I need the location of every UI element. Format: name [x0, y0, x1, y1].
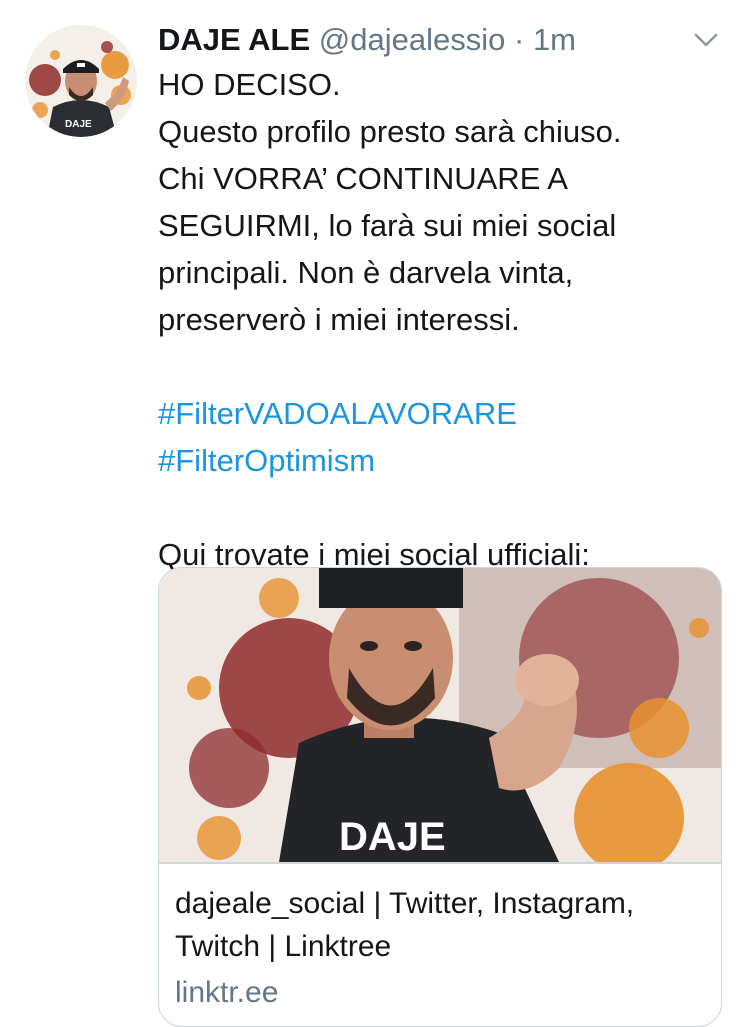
tweet-header: DAJE ALE @dajealessio · 1m: [158, 18, 576, 62]
timestamp[interactable]: 1m: [533, 22, 576, 57]
avatar-image: DAJE: [25, 25, 137, 137]
card-divider: [159, 862, 721, 864]
tweet-line: HO DECISO.: [158, 67, 341, 102]
tweet[interactable]: DAJE DAJE ALE @dajealessio · 1m HO DECIS…: [0, 0, 747, 1027]
display-name[interactable]: DAJE ALE: [158, 22, 310, 57]
tweet-line: preserverò i miei interessi.: [158, 302, 520, 337]
link-card[interactable]: DAJE dajeale_social | Twitter, Instagram…: [158, 567, 722, 1027]
svg-text:DAJE: DAJE: [339, 815, 446, 859]
tweet-line: SEGUIRMI, lo farà sui miei social: [158, 208, 617, 243]
separator-dot: ·: [513, 22, 525, 57]
chevron-down-icon[interactable]: [690, 28, 722, 52]
card-image[interactable]: DAJE: [159, 568, 721, 862]
user-handle[interactable]: @dajealessio: [319, 22, 506, 57]
tweet-line: Questo profilo presto sarà chiuso.: [158, 114, 622, 149]
svg-text:DAJE: DAJE: [65, 119, 92, 130]
card-title[interactable]: dajeale_social | Twitter, Instagram, Twi…: [175, 882, 705, 968]
hashtag-link[interactable]: #FilterOptimism: [158, 437, 728, 484]
tweet-line: principali. Non è darvela vinta,: [158, 255, 574, 290]
hashtag-link[interactable]: #FilterVADOALAVORARE: [158, 390, 728, 437]
card-illustration: DAJE: [159, 568, 721, 862]
tweet-line: Chi VORRA’ CONTINUARE A: [158, 161, 568, 196]
tweet-text: HO DECISO. Questo profilo presto sarà ch…: [158, 61, 728, 578]
avatar[interactable]: DAJE: [25, 25, 137, 137]
card-domain[interactable]: linktr.ee: [175, 973, 278, 1013]
